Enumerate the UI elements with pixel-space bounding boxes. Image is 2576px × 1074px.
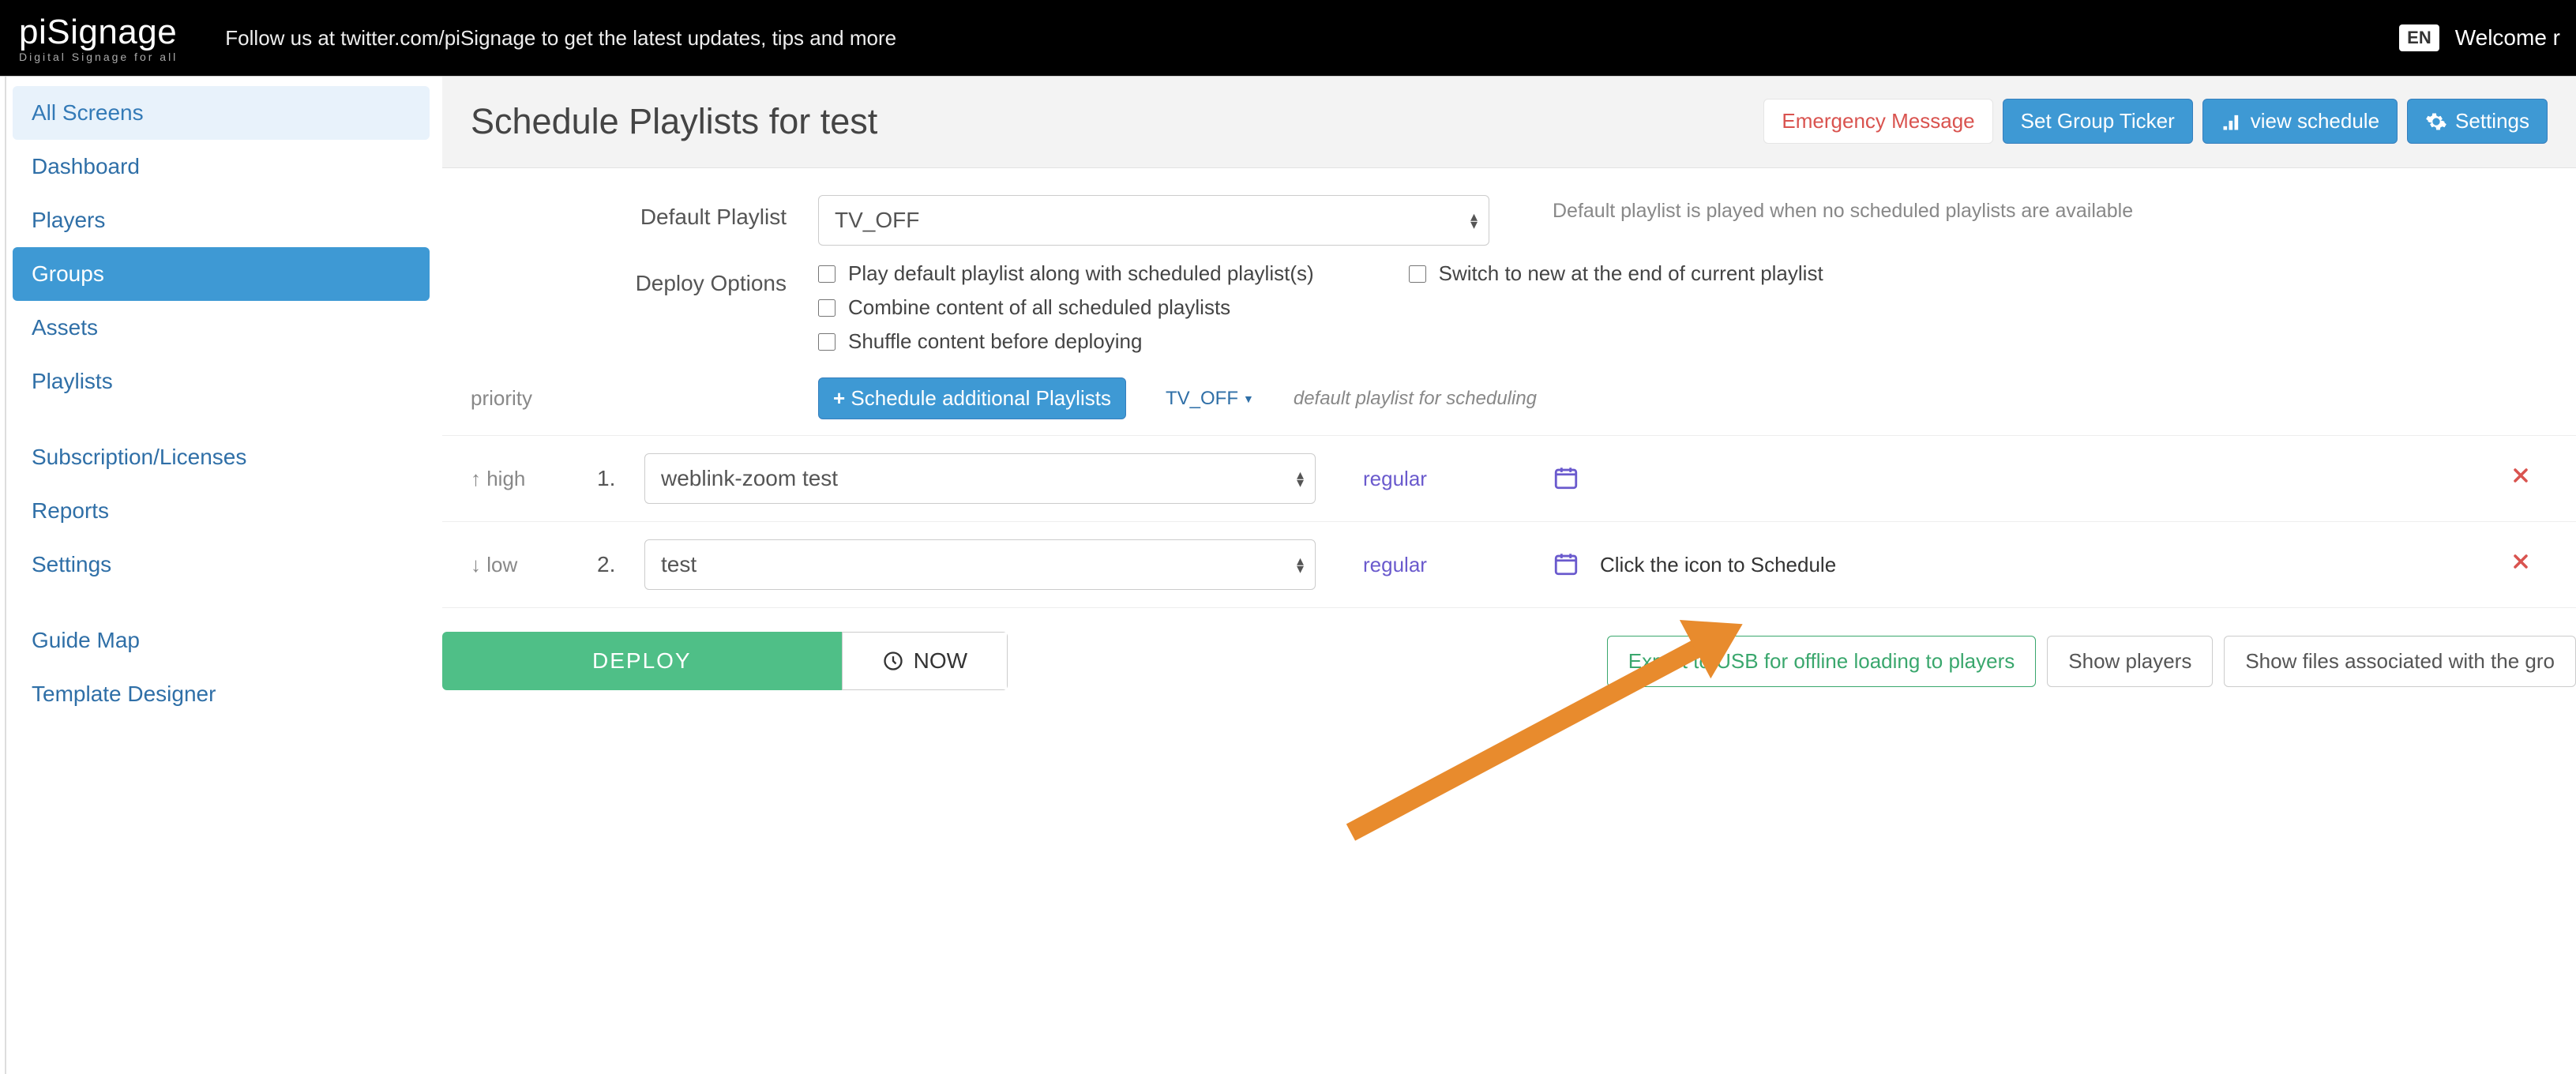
opt-combine[interactable]: Combine content of all scheduled playlis… xyxy=(818,295,2548,320)
sidebar-item-playlists[interactable]: Playlists xyxy=(13,355,430,408)
logo[interactable]: piSignage Digital Signage for all xyxy=(19,13,178,63)
page-header: Schedule Playlists for test Emergency Me… xyxy=(442,77,2576,168)
now-label: NOW xyxy=(914,648,967,674)
main-content: Schedule Playlists for test Emergency Me… xyxy=(442,77,2576,730)
calendar-icon xyxy=(1553,550,1579,577)
sidebar-item-dashboard[interactable]: Dashboard xyxy=(13,140,430,193)
sidebar: All Screens Dashboard Players Groups Ass… xyxy=(0,77,442,730)
delete-row-2[interactable] xyxy=(2510,550,2532,579)
logo-text: piSignage xyxy=(19,13,178,52)
deploy-now-button[interactable]: NOW xyxy=(842,632,1008,690)
sidebar-item-players[interactable]: Players xyxy=(13,193,430,247)
priority-high: ↑ high xyxy=(471,467,597,491)
sidebar-item-guide-map[interactable]: Guide Map xyxy=(13,614,430,667)
priority-low: ↓ low xyxy=(471,553,597,577)
default-playlist-value: TV_OFF xyxy=(835,208,919,233)
delete-row-1[interactable] xyxy=(2510,464,2532,493)
emergency-message-button[interactable]: Emergency Message xyxy=(1763,99,1992,144)
default-schedule-hint: default playlist for scheduling xyxy=(1294,388,1537,410)
playlist-select-2[interactable]: test ▴▾ xyxy=(644,539,1316,590)
schedule-additional-button[interactable]: + Schedule additional Playlists xyxy=(818,377,1126,419)
opt-switch-new[interactable]: Switch to new at the end of current play… xyxy=(1409,261,1823,286)
opt-shuffle[interactable]: Shuffle content before deploying xyxy=(818,329,2548,354)
topbar-follow-msg: Follow us at twitter.com/piSignage to ge… xyxy=(225,26,896,51)
language-badge[interactable]: EN xyxy=(2399,24,2439,51)
show-players-button[interactable]: Show players xyxy=(2047,636,2213,687)
opt-shuffle-checkbox[interactable] xyxy=(818,333,836,351)
export-usb-button[interactable]: Export to USB for offline loading to pla… xyxy=(1607,636,2036,687)
welcome-text[interactable]: Welcome r xyxy=(2455,25,2560,51)
row-number: 1. xyxy=(597,466,644,491)
topbar: piSignage Digital Signage for all Follow… xyxy=(0,0,2576,77)
calendar-button-1[interactable] xyxy=(1553,464,1600,494)
sidebar-item-settings[interactable]: Settings xyxy=(13,538,430,591)
vertical-divider xyxy=(5,0,6,1074)
schedule-hint-2: Click the icon to Schedule xyxy=(1600,553,2510,577)
select-caret-icon: ▴▾ xyxy=(1470,212,1478,228)
opt-switch-new-checkbox[interactable] xyxy=(1409,265,1426,283)
clock-icon xyxy=(882,650,904,672)
gear-icon xyxy=(2425,111,2447,133)
default-playlist-select[interactable]: TV_OFF ▴▾ xyxy=(818,195,1489,246)
schedule-row: ↓ low 2. test ▴▾ regular Click the icon … xyxy=(442,522,2576,608)
caret-down-icon: ▼ xyxy=(1243,392,1254,405)
sidebar-item-template-designer[interactable]: Template Designer xyxy=(13,667,430,721)
schedule-row: ↑ high 1. weblink-zoom test ▴▾ regular xyxy=(442,436,2576,522)
schedule-type-1[interactable]: regular xyxy=(1363,467,1553,491)
priority-label: priority xyxy=(471,386,818,411)
default-playlist-hint: Default playlist is played when no sched… xyxy=(1553,195,2133,223)
opt-combine-checkbox[interactable] xyxy=(818,299,836,317)
calendar-button-2[interactable] xyxy=(1553,550,1600,580)
deploy-options-label: Deploy Options xyxy=(471,261,818,296)
close-icon xyxy=(2510,550,2532,573)
view-schedule-button[interactable]: view schedule xyxy=(2202,99,2398,144)
calendar-icon xyxy=(1553,464,1579,491)
show-files-button[interactable]: Show files associated with the gro xyxy=(2224,636,2576,687)
default-schedule-dropdown[interactable]: TV_OFF ▼ xyxy=(1166,388,1254,410)
select-caret-icon: ▴▾ xyxy=(1297,471,1304,486)
playlist-select-1[interactable]: weblink-zoom test ▴▾ xyxy=(644,453,1316,504)
playlist-value-2: test xyxy=(661,552,697,577)
opt-play-default-checkbox[interactable] xyxy=(818,265,836,283)
plus-icon: + xyxy=(833,386,845,410)
schedule-additional-label: Schedule additional Playlists xyxy=(851,386,1111,410)
row-number: 2. xyxy=(597,552,644,577)
sidebar-item-assets[interactable]: Assets xyxy=(13,301,430,355)
default-playlist-label: Default Playlist xyxy=(471,195,818,230)
sidebar-item-all-screens[interactable]: All Screens xyxy=(13,86,430,140)
playlist-value-1: weblink-zoom test xyxy=(661,466,838,491)
page-title: Schedule Playlists for test xyxy=(471,101,877,142)
schedule-type-2[interactable]: regular xyxy=(1363,553,1553,577)
view-schedule-label: view schedule xyxy=(2251,109,2379,133)
logo-tagline: Digital Signage for all xyxy=(19,51,178,63)
close-icon xyxy=(2510,464,2532,486)
opt-play-default[interactable]: Play default playlist along with schedul… xyxy=(818,261,1314,286)
settings-label: Settings xyxy=(2455,109,2529,133)
sidebar-item-reports[interactable]: Reports xyxy=(13,484,430,538)
sidebar-item-groups[interactable]: Groups xyxy=(13,247,430,301)
set-group-ticker-button[interactable]: Set Group Ticker xyxy=(2003,99,2193,144)
deploy-button[interactable]: DEPLOY xyxy=(442,632,842,690)
settings-button[interactable]: Settings xyxy=(2407,99,2548,144)
sidebar-item-subscription[interactable]: Subscription/Licenses xyxy=(13,430,430,484)
chart-icon xyxy=(2221,111,2243,133)
select-caret-icon: ▴▾ xyxy=(1297,557,1304,573)
